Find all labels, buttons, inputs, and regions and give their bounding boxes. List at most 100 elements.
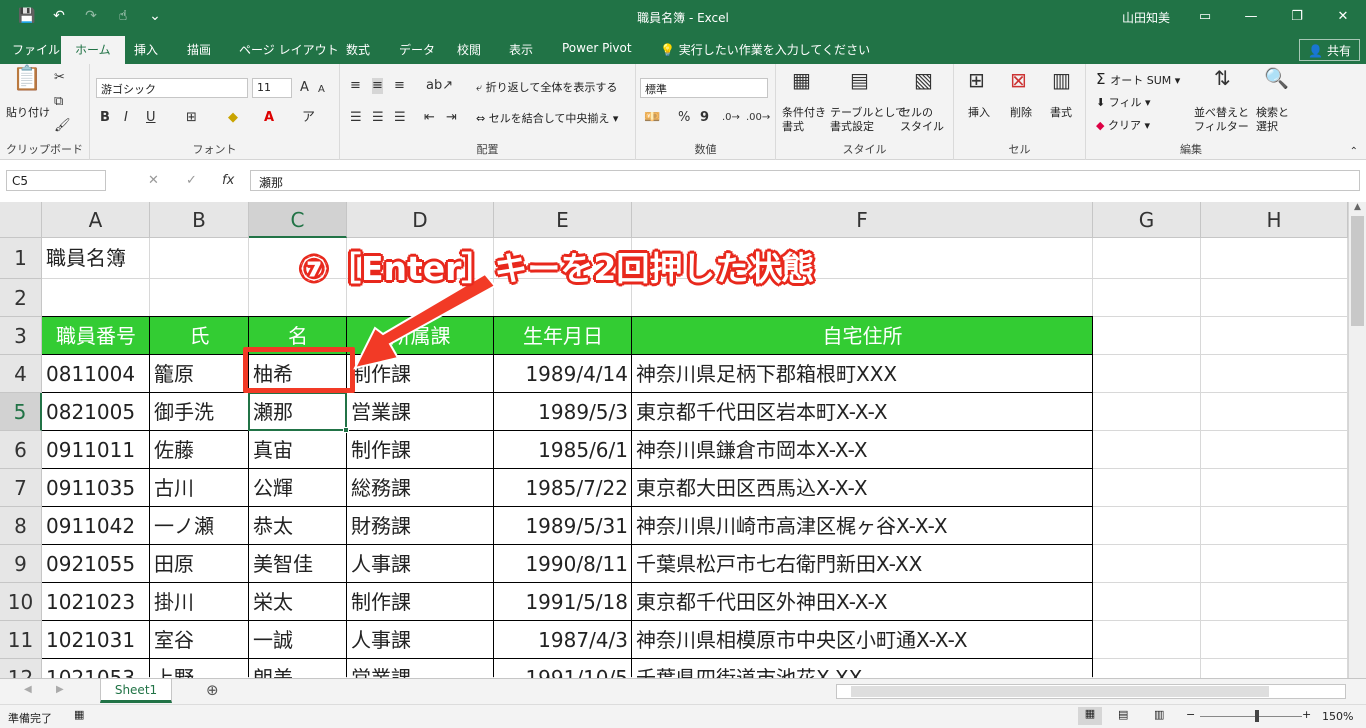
tab-insert[interactable]: 挿入 xyxy=(134,41,158,58)
row-header-4[interactable]: 4 xyxy=(0,355,42,393)
zoom-slider-thumb[interactable] xyxy=(1255,710,1259,722)
header-cell[interactable]: 職員番号 xyxy=(42,317,150,355)
collapse-ribbon-icon[interactable]: ⌃ xyxy=(1350,144,1358,160)
align-center-icon[interactable]: ☰ xyxy=(372,110,384,126)
row-header-11[interactable]: 11 xyxy=(0,621,42,659)
format-as-table-button[interactable]: テーブルとして 書式設定 xyxy=(830,106,906,134)
row-header-8[interactable]: 8 xyxy=(0,507,42,545)
close-button[interactable]: ✕ xyxy=(1320,0,1366,32)
grow-font-icon[interactable]: A xyxy=(300,80,309,96)
increase-indent-icon[interactable]: ⇥ xyxy=(446,110,457,126)
table-cell[interactable]: 1987/4/3 xyxy=(494,621,632,659)
table-cell[interactable]: 1985/7/22 xyxy=(494,469,632,507)
add-sheet-icon[interactable]: ⊕ xyxy=(206,681,219,699)
font-color-icon[interactable]: A xyxy=(264,110,274,126)
table-cell[interactable]: 掛川 xyxy=(150,583,249,621)
copy-icon[interactable]: ⧉ xyxy=(54,94,63,110)
find-select-button[interactable]: 検索と 選択 xyxy=(1256,106,1289,134)
table-cell[interactable]: 室谷 xyxy=(150,621,249,659)
page-layout-view-icon[interactable]: ▤ xyxy=(1118,708,1128,721)
fill-color-icon[interactable]: ◆ xyxy=(228,110,238,126)
table-cell[interactable]: 人事課 xyxy=(347,545,494,583)
user-name[interactable]: 山田知美 xyxy=(1122,9,1170,26)
table-cell[interactable]: 千葉県四街道市池花X-XX xyxy=(632,659,1102,678)
align-middle-icon[interactable]: ≡ xyxy=(372,78,383,94)
table-cell[interactable]: 1021053 xyxy=(42,659,150,678)
align-top-icon[interactable]: ≡ xyxy=(350,78,361,94)
bold-button[interactable]: B xyxy=(100,110,110,126)
table-cell[interactable]: 0911035 xyxy=(42,469,150,507)
column-header-E[interactable]: E xyxy=(494,202,632,238)
zoom-slider[interactable] xyxy=(1200,710,1302,722)
table-cell[interactable]: 制作課 xyxy=(347,583,494,621)
column-header-A[interactable]: A xyxy=(42,202,150,238)
scroll-up-icon[interactable]: ▲ xyxy=(1349,202,1366,212)
clear-button[interactable]: ◆ クリア ▾ xyxy=(1096,119,1150,133)
tab-formulas[interactable]: 数式 xyxy=(346,41,370,58)
horizontal-scrollbar[interactable] xyxy=(836,684,1346,699)
vertical-scrollbar[interactable]: ▲ xyxy=(1348,202,1366,678)
table-cell[interactable]: 栄太 xyxy=(249,583,347,621)
active-cell-selection[interactable] xyxy=(248,392,347,431)
row-header-7[interactable]: 7 xyxy=(0,469,42,507)
table-cell[interactable]: 営業課 xyxy=(347,659,494,678)
column-header-D[interactable]: D xyxy=(347,202,494,238)
table-cell[interactable]: 神奈川県相模原市中央区小町通X-X-X xyxy=(632,621,1102,659)
paste-button[interactable]: 貼り付け xyxy=(6,106,50,120)
format-cells-button[interactable]: 書式 xyxy=(1050,106,1072,120)
table-cell[interactable]: 0921055 xyxy=(42,545,150,583)
decrease-decimal-icon[interactable]: .00→ xyxy=(746,110,770,126)
column-header-C[interactable]: C xyxy=(249,202,347,238)
orientation-icon[interactable]: ab↗ xyxy=(426,78,453,94)
delete-cells-button[interactable]: 削除 xyxy=(1010,106,1032,120)
restore-button[interactable]: ❐ xyxy=(1274,0,1320,32)
table-cell[interactable]: 東京都千代田区岩本町X-X-X xyxy=(632,393,1102,431)
share-button[interactable]: 👤 共有 xyxy=(1299,39,1360,61)
shrink-font-icon[interactable]: A xyxy=(318,82,325,98)
formula-input[interactable]: 瀬那 xyxy=(250,170,1360,191)
table-cell[interactable]: 財務課 xyxy=(347,507,494,545)
paste-icon[interactable]: 📋 xyxy=(12,66,42,90)
table-cell[interactable]: 美智佳 xyxy=(249,545,347,583)
table-cell[interactable]: 一ノ瀬 xyxy=(150,507,249,545)
wrap-text-button[interactable]: ⤶ 折り返して全体を表示する xyxy=(476,81,617,95)
table-cell[interactable]: 営業課 xyxy=(347,393,494,431)
table-cell[interactable]: 神奈川県足柄下郡箱根町XXX xyxy=(632,355,1102,393)
table-cell[interactable]: 1985/6/1 xyxy=(494,431,632,469)
table-cell[interactable]: 神奈川県鎌倉市岡本X-X-X xyxy=(632,431,1102,469)
comma-style-button[interactable]: 9 xyxy=(700,110,709,126)
normal-view-icon[interactable]: ▦ xyxy=(1078,707,1102,725)
row-header-9[interactable]: 9 xyxy=(0,545,42,583)
table-cell[interactable]: 1989/5/3 xyxy=(494,393,632,431)
tell-me-box[interactable]: 💡 実行したい作業を入力してください xyxy=(660,41,870,58)
tab-view[interactable]: 表示 xyxy=(509,41,533,58)
row-header-10[interactable]: 10 xyxy=(0,583,42,621)
table-cell[interactable]: 公輝 xyxy=(249,469,347,507)
next-sheet-icon[interactable]: ▶ xyxy=(56,684,64,695)
table-cell[interactable]: 0911042 xyxy=(42,507,150,545)
border-icon[interactable]: ⊞ xyxy=(186,110,197,126)
merge-center-button[interactable]: ⇔ セルを結合して中央揃え ▾ xyxy=(476,112,618,126)
minimize-button[interactable]: — xyxy=(1228,0,1274,32)
scroll-thumb[interactable] xyxy=(1351,216,1364,326)
table-cell[interactable]: 朗美 xyxy=(249,659,347,678)
table-cell[interactable]: 籠原 xyxy=(150,355,249,393)
column-header-F[interactable]: F xyxy=(632,202,1093,238)
table-cell[interactable]: 古川 xyxy=(150,469,249,507)
worksheet-grid[interactable]: A B C D E F G H 1 2 3 4 5 6 7 8 9 10 11 12 職員名簿 職員番号氏名所属課 生年月日… xyxy=(0,202,1348,678)
tab-review[interactable]: 校閲 xyxy=(457,41,481,58)
row-header-1[interactable]: 1 xyxy=(0,238,42,279)
prev-sheet-icon[interactable]: ◀ xyxy=(24,684,32,695)
row-header-12[interactable]: 12 xyxy=(0,659,42,678)
table-cell[interactable]: 御手洗 xyxy=(150,393,249,431)
cell-styles-button[interactable]: セルの スタイル xyxy=(900,106,944,134)
align-right-icon[interactable]: ☰ xyxy=(394,110,406,126)
h-scroll-thumb[interactable] xyxy=(851,686,1269,697)
tab-data[interactable]: データ xyxy=(399,41,435,58)
ribbon-display-options-icon[interactable]: ▭ xyxy=(1182,0,1228,32)
macro-record-icon[interactable]: ▦ xyxy=(74,708,84,721)
table-cell[interactable]: 0811004 xyxy=(42,355,150,393)
table-cell[interactable]: 田原 xyxy=(150,545,249,583)
column-header-G[interactable]: G xyxy=(1093,202,1201,238)
table-cell[interactable]: 神奈川県川崎市高津区梶ヶ谷X-X-X xyxy=(632,507,1102,545)
